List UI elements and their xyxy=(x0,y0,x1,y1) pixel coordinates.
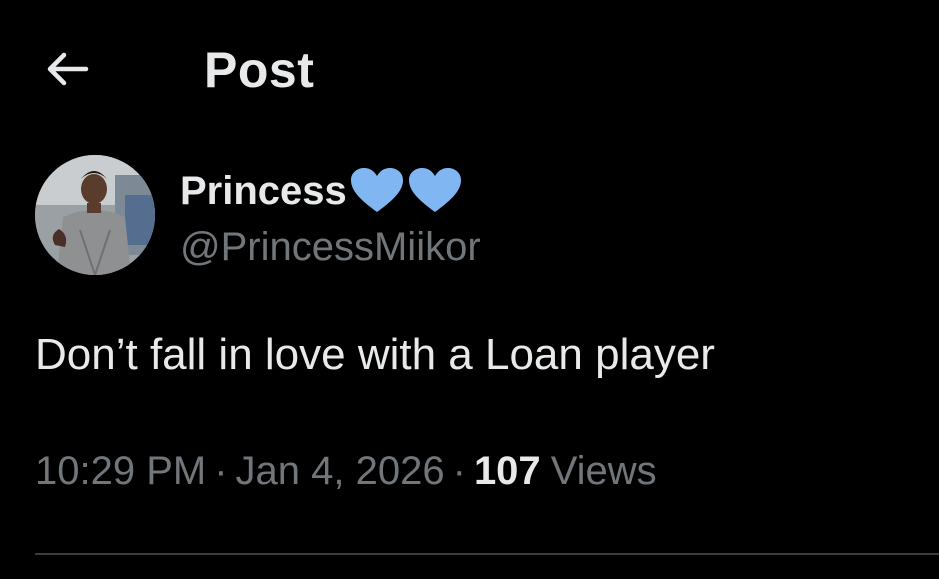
post-meta: 10:29 PM · Jan 4, 2026 · 107 Views xyxy=(35,445,657,497)
meta-separator: · xyxy=(452,449,466,493)
views-count: 107 xyxy=(473,449,541,493)
post-time[interactable]: 10:29 PM xyxy=(35,445,206,497)
divider xyxy=(35,553,939,555)
top-bar: Post xyxy=(0,0,939,140)
post-date[interactable]: Jan 4, 2026 xyxy=(236,445,445,497)
blue-heart-icon xyxy=(407,166,463,216)
display-name-row[interactable]: Princess xyxy=(180,163,463,219)
avatar[interactable] xyxy=(35,155,155,275)
display-name: Princess xyxy=(180,169,347,213)
back-button[interactable] xyxy=(38,45,94,93)
page-title: Post xyxy=(204,42,315,98)
post-text: Don’t fall in love with a Loan player xyxy=(35,330,715,379)
views-label: Views xyxy=(550,449,657,493)
user-handle[interactable]: @PrincessMiikor xyxy=(180,221,481,273)
post-author: Princess @PrincessMiikor xyxy=(35,155,895,280)
meta-separator: · xyxy=(214,449,228,493)
arrow-left-icon xyxy=(42,49,90,89)
blue-heart-icon xyxy=(349,166,405,216)
